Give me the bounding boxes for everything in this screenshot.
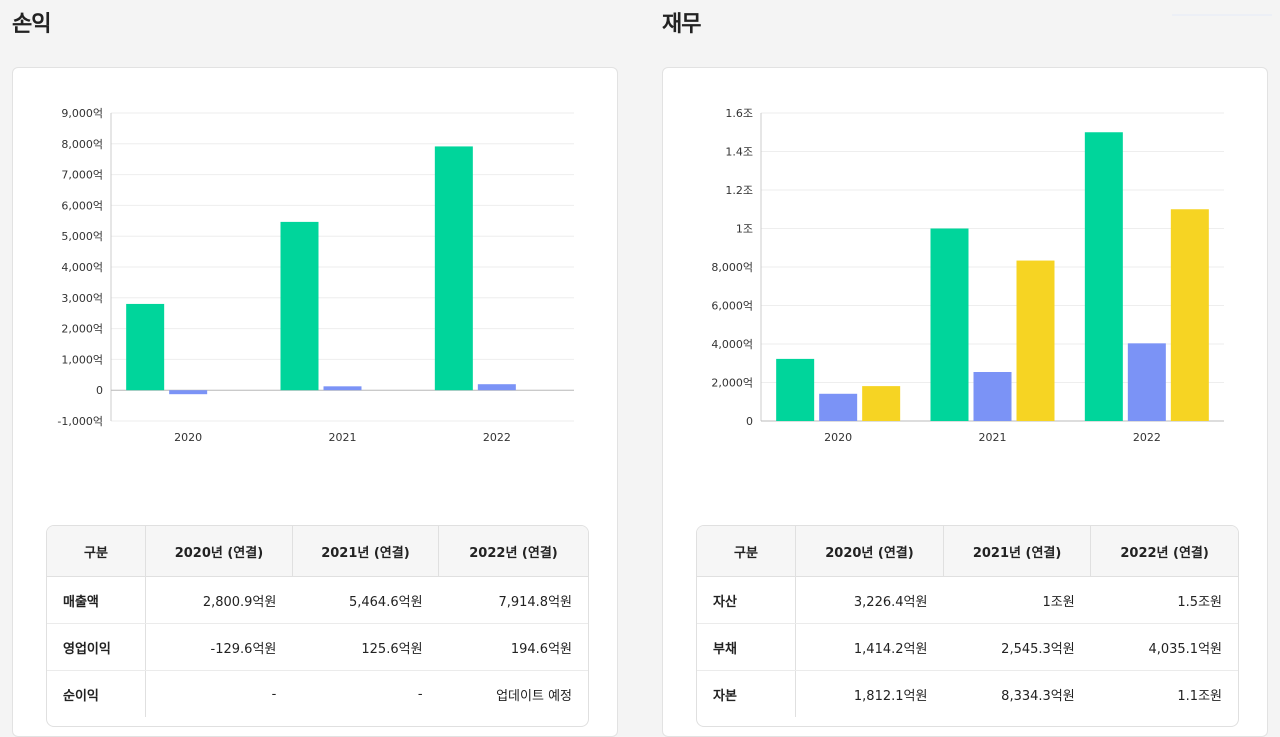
pl-table-cell: 5,464.6억원 [292, 576, 439, 624]
fin-bar-2022-1 [1127, 343, 1166, 421]
profit-loss-table: 구분 2020년 (연결) 2021년 (연결) 2022년 (연결) 매출액 2,80… [46, 525, 589, 727]
pl-ytick-label: 4,000억 [61, 261, 103, 274]
pl-table-row: 매출액 2,800.9억원 5,464.6억원 7,914.8억원 [47, 576, 588, 624]
fin-bar-2022-0 [1084, 132, 1123, 421]
fin-ytick-label: 1.6조 [725, 107, 753, 120]
pl-table-cell: 7,914.8억원 [438, 576, 588, 624]
pl-ytick-label: 7,000억 [61, 169, 103, 182]
fin-bar-2021-2 [1016, 260, 1055, 421]
pl-xtick-label: 2022 [483, 431, 511, 444]
finance-table: 구분 2020년 (연결) 2021년 (연결) 2022년 (연결) 자산 3,226… [696, 525, 1239, 727]
pl-table-header: 2021년 (연결) [292, 526, 440, 577]
fin-row-label: 부채 [697, 623, 796, 671]
fin-ytick-label: 4,000억 [711, 338, 753, 351]
finance-chart: 0 2,000억 4,000억 6,000억 8,000억 1조 1.2조 1.4조 1.6조 2… [711, 107, 1224, 444]
profit-loss-chart: -1,000억 0 1,000억 2,000억 3,000억 4,000억 5,000억 6,… [57, 107, 574, 444]
fin-ytick-label: 8,000억 [711, 261, 753, 274]
profit-loss-title: 손익 [12, 12, 51, 37]
fin-table-header: 2022년 (연결) [1090, 526, 1238, 577]
fin-table-header: 구분 [697, 526, 796, 577]
pl-ytick-label: 5,000억 [61, 230, 103, 243]
fin-bar-2020-1 [819, 393, 858, 421]
fin-table-cell: 1,414.2억원 [795, 623, 944, 671]
fin-table-row: 자본 1,812.1억원 8,334.3억원 1.1조원 [697, 670, 1238, 717]
pl-table-cell: 194.6억원 [438, 623, 588, 671]
fin-ytick-label: 2,000억 [711, 377, 753, 390]
fin-table-cell: 4,035.1억원 [1090, 623, 1238, 671]
pl-table-cell: - [417, 686, 423, 702]
fin-bar-2021-0 [930, 228, 969, 421]
pl-table-header: 구분 [47, 526, 146, 577]
fin-table-header: 2020년 (연결) [795, 526, 944, 577]
pl-bar-2020-0 [126, 303, 165, 391]
pl-table-cell: 업데이트 예정 [496, 688, 572, 704]
fin-ytick-label: 1조 [736, 223, 753, 236]
pl-table-cell: 125.6억원 [292, 623, 439, 671]
pl-bar-2021-0 [280, 221, 319, 391]
pl-ytick-label: 2,000억 [61, 323, 103, 336]
fin-ytick-label: 6,000억 [711, 300, 753, 313]
pl-row-label: 영업이익 [47, 623, 146, 671]
fin-bar-2020-2 [862, 386, 901, 421]
fin-bar-2021-1 [973, 372, 1012, 421]
fin-xtick-label: 2021 [979, 431, 1007, 444]
fin-table-cell: 8,334.3억원 [1001, 688, 1075, 704]
fin-table-cell: 1,812.1억원 [853, 688, 928, 704]
finance-title: 재무 [662, 12, 701, 37]
fin-xtick-label: 2020 [824, 431, 852, 444]
fin-xtick-label: 2022 [1133, 431, 1161, 444]
pl-ytick-label: 3,000억 [61, 292, 103, 305]
pl-xtick-label: 2021 [329, 431, 357, 444]
fin-table-cell: 1조원 [943, 576, 1091, 624]
fin-ytick-label: 1.2조 [725, 184, 753, 197]
pl-bar-2021-1 [323, 386, 362, 391]
pl-table-cell: 2,800.9억원 [145, 576, 293, 624]
pl-table-cell: - [271, 686, 277, 702]
pl-row-label: 매출액 [47, 576, 146, 624]
fin-ytick-label: 1.4조 [725, 146, 753, 159]
pl-table-cell: -129.6억원 [145, 623, 293, 671]
pl-table-row: 순이익 - - 업데이트 예정 [47, 670, 588, 717]
top-indicator-line [1172, 14, 1272, 16]
pl-ytick-label: 8,000억 [61, 138, 103, 151]
finance-card: 0 2,000억 4,000억 6,000억 8,000억 1조 1.2조 1.4조 1.6조 2… [662, 67, 1268, 737]
pl-table-header: 2022년 (연결) [438, 526, 588, 577]
fin-ytick-label: 0 [746, 415, 753, 428]
fin-row-label: 자산 [697, 576, 796, 624]
fin-table-row: 부채 1,414.2억원 2,545.3억원 4,035.1억원 [697, 623, 1238, 671]
pl-ytick-label: 1,000억 [61, 353, 103, 366]
fin-bar-2022-2 [1170, 209, 1209, 421]
fin-table-header: 2021년 (연결) [943, 526, 1092, 577]
pl-table-header: 2020년 (연결) [145, 526, 293, 577]
pl-table-row: 영업이익 -129.6억원 125.6억원 194.6억원 [47, 623, 588, 671]
fin-table-cell: 1.1조원 [1177, 688, 1222, 704]
fin-row-label: 자본 [697, 670, 796, 717]
pl-bar-2022-1 [477, 384, 516, 391]
fin-table-row: 자산 3,226.4억원 1조원 1.5조원 [697, 576, 1238, 624]
pl-ytick-label: 6,000억 [61, 199, 103, 212]
profit-loss-card: -1,000억 0 1,000억 2,000억 3,000억 4,000억 5,000억 6,… [12, 67, 618, 737]
fin-table-cell: 3,226.4억원 [795, 576, 944, 624]
fin-table-cell: 1.5조원 [1090, 576, 1238, 624]
fin-bar-2020-0 [776, 358, 815, 421]
pl-xtick-label: 2020 [174, 431, 202, 444]
pl-ytick-label: 9,000억 [61, 107, 103, 120]
pl-bar-2020-1 [169, 390, 208, 395]
pl-ytick-label: 0 [96, 384, 103, 397]
fin-table-cell: 2,545.3억원 [943, 623, 1091, 671]
pl-bar-2022-0 [434, 146, 473, 391]
pl-row-label: 순이익 [47, 670, 146, 717]
pl-ytick-label: -1,000억 [57, 415, 103, 428]
